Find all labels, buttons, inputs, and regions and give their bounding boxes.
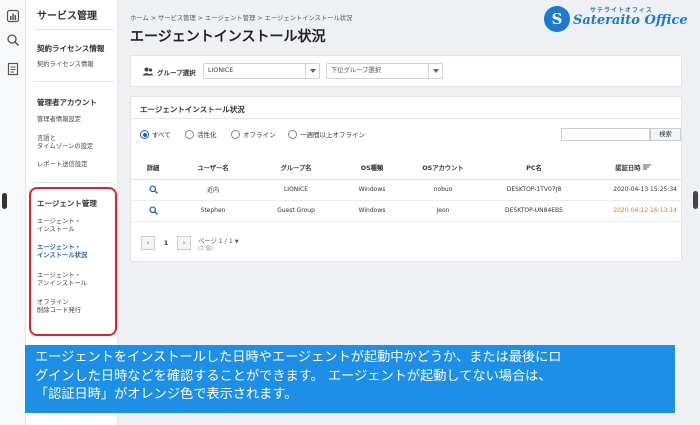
breadcrumb[interactable]: ホーム > サービス管理 > エージェント管理 > エージェントインストール状況 [130,13,352,22]
sidebar-title: サービス管理 [37,11,97,22]
radio-label: 一週間以上オフライン [300,131,365,139]
col-os-account: OSアカウント [403,157,483,180]
caption-line: 「認証日時」がオレンジ色で表示されます。 [35,387,298,402]
table-row: Stephen Guest Group Windows Jeon DESKTOP… [131,200,681,222]
chevron-down-icon[interactable]: ▼ [235,239,239,245]
install-status-card: エージェントインストール状況 すべて 活性化 オフライン 一週間以上オフライン … [130,96,682,262]
auth-date-cell: 2020-04-13 15:25:34 [585,179,681,201]
divider [34,81,114,82]
sort-icon[interactable] [642,164,651,170]
user-cell: 近内 [175,179,251,201]
radio-label: 活性化 [197,131,217,139]
divider [34,29,114,30]
pc-cell: DESKTOP-1TV07J8 [483,179,585,201]
search-icon[interactable] [148,206,158,215]
group-select-value: LIONICE [208,67,234,74]
icon-rail [0,0,26,425]
divider [131,118,681,119]
agent-table: 詳細 ユーザー名 グループ名 OS種類 OSアカウント PC名 認証日時 近内 … [131,157,681,222]
col-pc: PC名 [483,157,585,180]
radio-dot[interactable] [140,130,149,139]
radio-dot[interactable] [185,130,194,139]
search-icon[interactable] [6,33,20,47]
sidebar-item-license-info[interactable]: 契約ライセンス情報 [37,61,94,69]
table-header-row: 詳細 ユーザー名 グループ名 OS種類 OSアカウント PC名 認証日時 [131,157,681,180]
group-cell: LIONICE [251,179,341,201]
col-os: OS種類 [341,157,403,180]
logo-mark: S [544,6,570,32]
sidebar-heading-license: 契約ライセンス情報 [37,44,105,53]
users-icon [143,67,153,76]
section-title: エージェントインストール状況 [140,105,245,114]
search-icon[interactable] [148,185,158,194]
user-cell: Stephen [175,200,251,222]
table-row: 近内 LIONICE Windows nobuo DESKTOP-1TV07J8… [131,179,681,201]
right-scroll-handle[interactable] [693,191,698,209]
highlight-box [29,187,117,336]
page-title: エージェントインストール状況 [130,29,326,45]
brand-logo: S サテライトオフィス Sateraito Office [544,3,700,35]
radio-dot[interactable] [288,130,297,139]
group-select[interactable]: LIONICE [203,63,320,79]
pc-cell: DESKTOP-UN84EB5 [483,200,585,222]
group-select-label: グループ選択 [157,69,196,77]
col-auth-date-label: 認証日時 [615,165,641,173]
col-auth-date[interactable]: 認証日時 [585,157,681,180]
auth-date-cell-offline: 2020-04-12 16:13:14 [585,200,681,222]
sidebar-item-report-settings[interactable]: レポート送信設定 [37,161,87,169]
next-page-button[interactable]: › [177,236,191,250]
current-page[interactable]: 1 [160,236,172,250]
radio-label: オフライン [243,131,276,139]
sidebar-item-language-timezone[interactable]: 言語と タイムゾーンの設定 [37,135,93,151]
group-filter-card: グループ選択 LIONICE 下位グループ選択 [130,55,682,87]
sidebar-heading-admin: 管理者アカウント [37,98,97,107]
sidebar-item-admin-info[interactable]: 管理者情報設定 [37,116,81,124]
subgroup-select[interactable]: 下位グループ選択 [326,63,443,79]
chevron-down-icon[interactable] [428,64,442,78]
prev-page-button[interactable]: ‹ [141,236,155,250]
search-button[interactable]: 検索 [650,128,681,141]
caption-banner: エージェントをインストールした日時やエージェントが起動中かどうか、または最後にロ… [25,345,675,413]
col-group: グループ名 [251,157,341,180]
detail-cell[interactable] [131,179,175,201]
logo-text: Sateraito Office [573,13,688,28]
os-account-cell: nobuo [403,179,483,201]
group-cell: Guest Group [251,200,341,222]
subgroup-select-placeholder: 下位グループ選択 [331,67,381,74]
detail-cell[interactable] [131,200,175,222]
os-cell: Windows [341,200,403,222]
col-user: ユーザー名 [175,157,251,180]
caption-line: グインした日時などを確認することができます。 エージェントが起動してない場合は、 [35,368,552,384]
left-scroll-handle[interactable] [2,193,7,209]
col-detail: 詳細 [131,157,175,180]
bar-chart-icon[interactable] [6,9,20,23]
chevron-down-icon[interactable] [305,64,319,78]
radio-dot[interactable] [231,130,240,139]
radio-label: すべて [152,131,171,139]
divider [34,182,114,183]
os-account-cell: Jeon [403,200,483,222]
item-count: (2 個) [198,246,214,252]
search-input[interactable] [561,128,650,141]
os-cell: Windows [341,179,403,201]
document-icon[interactable] [6,62,20,76]
caption-line: エージェントをインストールした日時やエージェントが起動中かどうか、または最後にロ [35,350,562,365]
